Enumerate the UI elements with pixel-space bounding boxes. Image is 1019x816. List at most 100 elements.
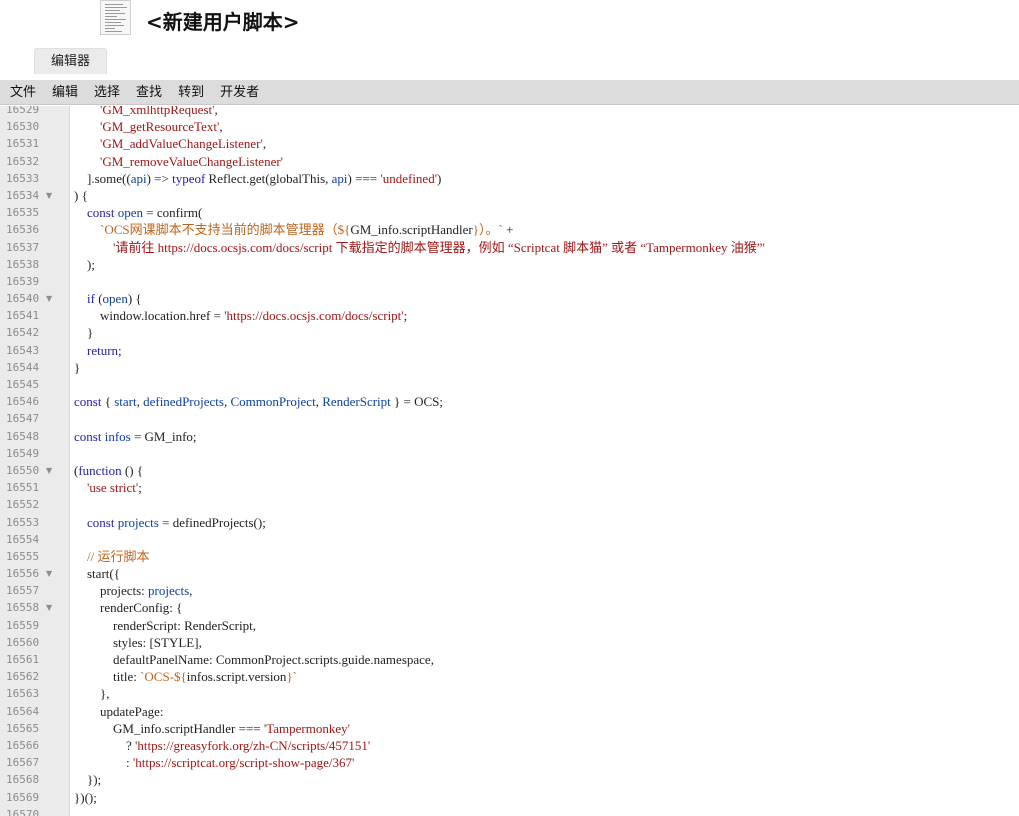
line-number: 16553 — [6, 515, 40, 529]
code-line: 16544} — [0, 359, 1019, 376]
line-number: 16561 — [6, 653, 40, 666]
code-line: 16563 }, — [0, 685, 1019, 702]
fold-arrow-icon[interactable]: ▼ — [46, 599, 52, 616]
code-line: 16569})(); — [0, 789, 1019, 806]
code-line: 16534 ▼ ) { — [0, 187, 1019, 204]
fold-arrow-icon[interactable]: ▼ — [46, 565, 52, 582]
code-lines: 16529 'GM_xmlhttpRequest', 16530 'GM_getR… — [0, 106, 1019, 816]
line-number: 16558 — [6, 601, 40, 615]
line-number: 16568 — [6, 773, 40, 787]
code-text: ); — [74, 256, 95, 272]
code-text: defaultPanelName: CommonProject.scripts.… — [74, 652, 434, 667]
menu-edit[interactable]: 编辑 — [52, 80, 78, 105]
code-line: 16561 defaultPanelName: CommonProject.sc… — [0, 651, 1019, 668]
line-number: 16570 — [6, 807, 40, 816]
code-line: 16546 const { start, definedProjects, Com… — [0, 393, 1019, 410]
line-number: 16533 — [6, 171, 40, 185]
code-line: 16554 — [0, 531, 1019, 548]
line-number: 16545 — [6, 378, 40, 391]
line-number: 16548 — [6, 429, 40, 443]
fold-arrow-icon[interactable]: ▼ — [46, 290, 52, 307]
code-text: if (open) { — [87, 291, 142, 307]
code-line: 16570 — [0, 806, 1019, 816]
code-line: 16555 // 运行脚本 — [0, 548, 1019, 565]
code-line: 16560 styles: [STYLE], — [0, 634, 1019, 651]
line-number: 16549 — [6, 446, 40, 460]
code-line: 16532 'GM_removeValueChangeListener' — [0, 153, 1019, 170]
script-title: <新建用户脚本> — [146, 10, 300, 34]
menu-goto[interactable]: 转到 — [178, 80, 204, 105]
code-text: : 'https://scriptcat.org/script-show-pag… — [74, 755, 355, 771]
line-number: 16566 — [6, 738, 40, 752]
code-line: 16565 GM_info.scriptHandler === 'Tamperm… — [0, 720, 1019, 737]
line-number: 16534 — [6, 188, 40, 202]
code-line: 16559 renderScript: RenderScript, — [0, 617, 1019, 634]
menu-select[interactable]: 选择 — [94, 80, 120, 105]
code-editor[interactable]: 16529 'GM_xmlhttpRequest', 16530 'GM_getR… — [0, 106, 1019, 816]
code-text: ) { — [74, 187, 88, 203]
code-line: 16536 `OCS网课脚本不支持当前的脚本管理器（${GM_info.scri… — [0, 221, 1019, 238]
line-number: 16529 — [6, 106, 40, 116]
code-text: } — [74, 325, 94, 341]
line-number: 16538 — [6, 257, 40, 271]
code-text: return; — [87, 342, 122, 358]
line-number: 16531 — [6, 137, 40, 151]
code-text: 'GM_xmlhttpRequest', — [100, 106, 218, 117]
code-line: 16549 — [0, 445, 1019, 462]
code-line: 16558 ▼ renderConfig: { — [0, 599, 1019, 616]
code-line: 16540 ▼ if (open) { — [0, 290, 1019, 307]
line-number: 16541 — [6, 309, 40, 323]
line-number: 16535 — [6, 206, 40, 220]
code-line: 16535 const open = confirm( — [0, 204, 1019, 221]
menu-developer[interactable]: 开发者 — [220, 80, 259, 105]
menu-file[interactable]: 文件 — [10, 80, 36, 105]
code-text: `OCS网课脚本不支持当前的脚本管理器（${GM_info.scriptHand… — [100, 222, 514, 238]
code-text: const { start, definedProjects, CommonPr… — [74, 394, 444, 410]
code-line: 16538 ); — [0, 256, 1019, 273]
code-text: 'GM_getResourceText', — [100, 119, 223, 135]
code-line: 16543 return; — [0, 342, 1019, 359]
line-number: 16542 — [6, 326, 40, 340]
code-text: title: `OCS-${infos.script.version}` — [74, 669, 298, 685]
code-text: projects: projects, — [74, 583, 193, 599]
code-text: 'GM_removeValueChangeListener' — [100, 153, 284, 169]
fold-arrow-icon[interactable]: ▼ — [46, 187, 52, 204]
code-text: })(); — [74, 789, 97, 805]
code-text: updatePage: — [74, 703, 164, 719]
line-number: 16562 — [6, 670, 40, 684]
code-text: renderScript: RenderScript, — [74, 617, 256, 633]
line-number: 16559 — [6, 618, 40, 632]
code-line: 16564 updatePage: — [0, 703, 1019, 720]
code-text: ? 'https://greasyfork.org/zh-CN/scripts/… — [74, 737, 371, 753]
code-line: 16553 const projects = definedProjects()… — [0, 514, 1019, 531]
code-text: }, — [74, 686, 110, 702]
fold-arrow-icon[interactable]: ▼ — [46, 462, 52, 479]
code-line: 16537 '请前往 https://docs.ocsjs.com/docs/s… — [0, 239, 1019, 256]
code-text: GM_info.scriptHandler === 'Tampermonkey' — [74, 720, 350, 736]
line-number: 16539 — [6, 274, 40, 288]
tab-editor[interactable]: 编辑器 — [34, 48, 108, 74]
line-number: 16551 — [6, 481, 40, 495]
code-line: 16566 ? 'https://greasyfork.org/zh-CN/sc… — [0, 737, 1019, 754]
code-line: 16548 const infos = GM_info; — [0, 428, 1019, 445]
code-text: renderConfig: { — [74, 600, 183, 616]
code-line: 16547 — [0, 410, 1019, 427]
code-text: const projects = definedProjects(); — [87, 514, 266, 530]
code-text: start({ — [74, 566, 120, 582]
code-line: 16530 'GM_getResourceText', — [0, 118, 1019, 135]
line-number: 16555 — [6, 549, 40, 563]
code-line: 16568 }); — [0, 771, 1019, 788]
line-number: 16544 — [6, 360, 40, 374]
code-line: 16542 } — [0, 324, 1019, 341]
code-line: 16531 'GM_addValueChangeListener', — [0, 135, 1019, 152]
code-text: '请前往 https://docs.ocsjs.com/docs/script … — [113, 239, 765, 255]
line-number: 16532 — [6, 154, 40, 168]
code-text: window.location.href = 'https://docs.ocs… — [74, 308, 408, 324]
menu-bar: 文件 编辑 选择 查找 转到 开发者 — [0, 80, 1019, 105]
code-text: } — [74, 359, 81, 375]
line-number: 16554 — [6, 532, 40, 546]
code-line: 16550 ▼ (function () { — [0, 462, 1019, 479]
menu-find[interactable]: 查找 — [136, 80, 162, 105]
code-line: 16533 ].some((api) => typeof Reflect.get… — [0, 170, 1019, 187]
code-line: 16567 : 'https://scriptcat.org/script-sh… — [0, 754, 1019, 771]
